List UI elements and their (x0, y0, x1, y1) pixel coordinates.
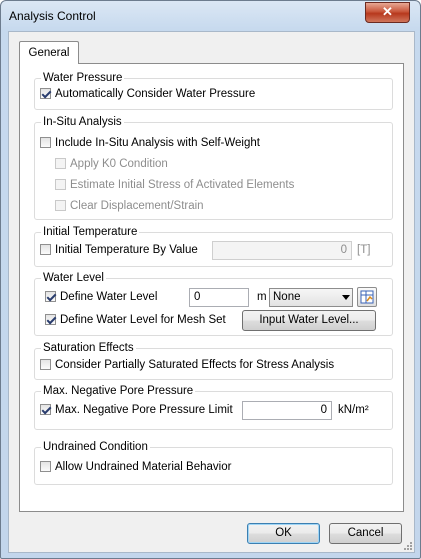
checkbox-checked-icon (45, 314, 56, 325)
undrained-condition-title: Undrained Condition (41, 440, 150, 454)
tab-general[interactable]: General (19, 41, 79, 64)
water-pressure-group: Water Pressure Automatically Consider Wa… (34, 71, 393, 110)
allow-undrained-checkbox[interactable]: Allow Undrained Material Behavior (40, 460, 231, 476)
checkbox-checked-icon (40, 88, 51, 99)
clear-displacement-checkbox[interactable]: Clear Displacement/Strain (55, 199, 204, 215)
checkbox-unchecked-icon (40, 244, 51, 255)
checkbox-unchecked-icon (55, 158, 66, 169)
apply-k0-checkbox[interactable]: Apply K0 Condition (55, 157, 168, 173)
negative-pore-pressure-limit-checkbox[interactable]: Max. Negative Pore Pressure Limit (40, 403, 233, 419)
title-bar[interactable]: Analysis Control ✕ (1, 1, 420, 31)
checkbox-unchecked-icon (40, 461, 51, 472)
dialog-client-area: General Water Pressure Automatically Con… (8, 31, 415, 553)
input-water-level-button[interactable]: Input Water Level... (242, 310, 376, 331)
general-tab-panel: Water Pressure Automatically Consider Wa… (19, 63, 404, 512)
water-pressure-title: Water Pressure (41, 71, 125, 85)
water-level-unit: m (257, 291, 267, 303)
checkbox-checked-icon (45, 291, 56, 302)
window-title: Analysis Control (9, 9, 96, 23)
water-level-title: Water Level (41, 271, 106, 285)
resize-grip-icon[interactable] (403, 541, 413, 551)
function-editor-button[interactable] (357, 287, 377, 307)
initial-temperature-input[interactable]: 0 (212, 241, 352, 260)
define-water-level-checkbox[interactable]: Define Water Level (45, 290, 157, 306)
initial-temperature-group: Initial Temperature Initial Temperature … (34, 225, 393, 267)
water-level-mesh-set-checkbox[interactable]: Define Water Level for Mesh Set (45, 313, 226, 329)
undrained-condition-group: Undrained Condition Allow Undrained Mate… (34, 440, 393, 485)
ok-button[interactable]: OK (247, 523, 320, 544)
include-in-situ-checkbox[interactable]: Include In-Situ Analysis with Self-Weigh… (40, 136, 260, 152)
cancel-button[interactable]: Cancel (329, 523, 402, 544)
auto-water-pressure-checkbox[interactable]: Automatically Consider Water Pressure (40, 87, 255, 103)
checkbox-unchecked-icon (40, 137, 51, 148)
close-icon: ✕ (382, 4, 393, 19)
checkbox-unchecked-icon (55, 179, 66, 190)
negative-pore-pressure-input[interactable]: 0 (242, 401, 332, 420)
saturation-effects-title: Saturation Effects (41, 341, 136, 355)
analysis-control-dialog: Analysis Control ✕ General Water Pressur… (0, 0, 421, 559)
function-table-icon (360, 290, 374, 304)
chevron-down-icon (342, 295, 350, 300)
saturation-effects-group: Saturation Effects Consider Partially Sa… (34, 341, 393, 380)
checkbox-unchecked-icon (40, 359, 51, 370)
in-situ-title: In-Situ Analysis (41, 115, 124, 129)
negative-pore-pressure-group: Max. Negative Pore Pressure Max. Negativ… (34, 384, 393, 430)
close-button[interactable]: ✕ (365, 2, 410, 23)
water-level-function-select[interactable]: None (269, 288, 353, 307)
pore-pressure-unit: kN/m² (338, 404, 369, 416)
initial-temp-by-value-checkbox[interactable]: Initial Temperature By Value (40, 243, 198, 259)
initial-temperature-title: Initial Temperature (41, 225, 140, 239)
negative-pore-pressure-title: Max. Negative Pore Pressure (41, 384, 196, 398)
water-level-group: Water Level Define Water Level 0 m None (34, 271, 393, 336)
temperature-unit: [T] (357, 244, 371, 256)
partially-saturated-checkbox[interactable]: Consider Partially Saturated Effects for… (40, 358, 334, 374)
estimate-initial-stress-checkbox[interactable]: Estimate Initial Stress of Activated Ele… (55, 178, 294, 194)
checkbox-checked-icon (40, 404, 51, 415)
water-level-input[interactable]: 0 (189, 288, 249, 307)
in-situ-group: In-Situ Analysis Include In-Situ Analysi… (34, 115, 393, 220)
checkbox-unchecked-icon (55, 200, 66, 211)
